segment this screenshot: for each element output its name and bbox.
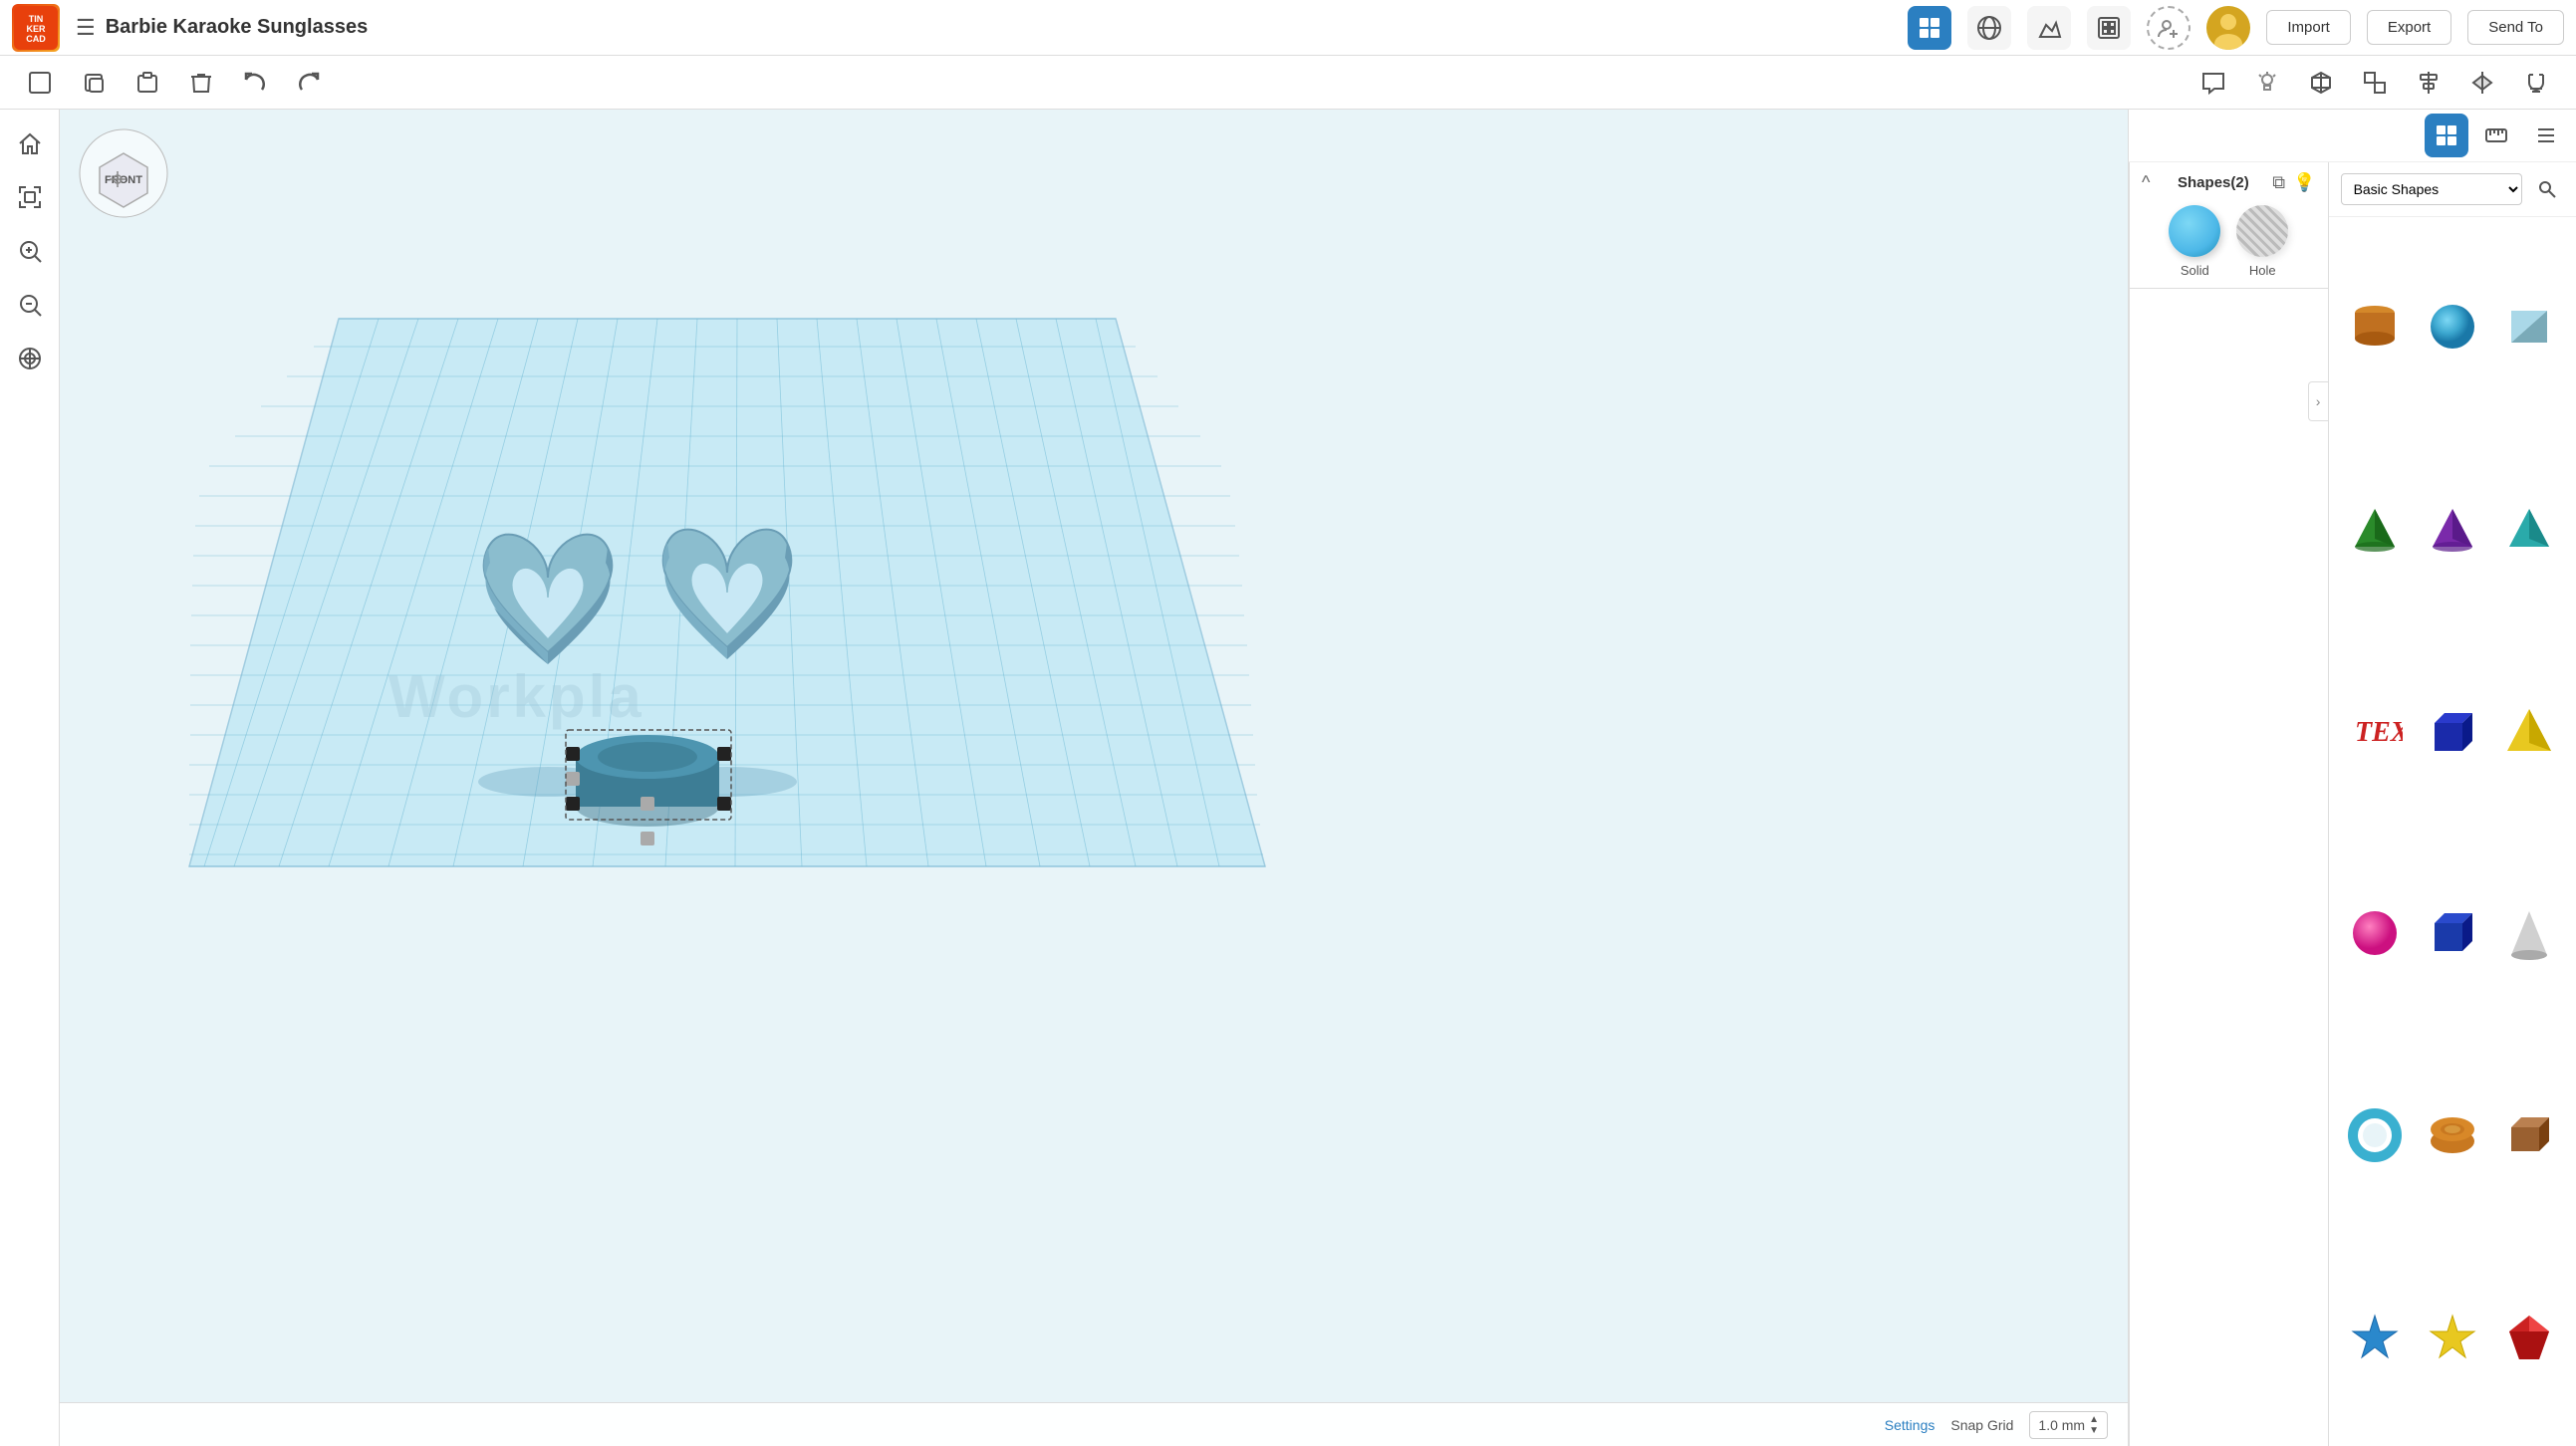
settings-link[interactable]: Settings bbox=[1885, 1417, 1935, 1433]
annotate-button[interactable] bbox=[2297, 59, 2345, 107]
list-icon[interactable] bbox=[2524, 114, 2568, 157]
magenta-sphere-shape[interactable] bbox=[2337, 832, 2414, 1034]
light-button[interactable] bbox=[2243, 59, 2291, 107]
shape-type-options: Solid Hole bbox=[2142, 205, 2316, 278]
tinkercad-logo[interactable]: TIN KER CAD bbox=[12, 4, 60, 52]
shapes-grid: TEXT bbox=[2329, 217, 2576, 1446]
shapes-tool[interactable] bbox=[8, 337, 52, 380]
svg-text:Workpla: Workpla bbox=[388, 663, 644, 730]
green-pyramid-shape[interactable] bbox=[2337, 427, 2414, 629]
donut-shape[interactable] bbox=[2414, 1034, 2490, 1236]
panel-collapse-handle[interactable]: › bbox=[2308, 381, 2328, 421]
yellow-star-shape[interactable] bbox=[2414, 1236, 2490, 1438]
wedge-shape[interactable] bbox=[2491, 225, 2568, 427]
red-gem-shape[interactable] bbox=[2491, 1236, 2568, 1438]
svg-text:TIN: TIN bbox=[29, 14, 44, 24]
shapes-inspector-panel: ^ Shapes(2) ⧉ 💡 Solid bbox=[2129, 162, 2328, 1446]
purple-pyramid-shape[interactable] bbox=[2414, 427, 2490, 629]
hole-ball bbox=[2236, 205, 2288, 257]
zoom-out-tool[interactable] bbox=[8, 283, 52, 327]
cube-shape[interactable] bbox=[2414, 629, 2490, 832]
new-button[interactable] bbox=[16, 59, 64, 107]
solid-label: Solid bbox=[2181, 263, 2209, 278]
snap-grid-label: Snap Grid bbox=[1950, 1417, 2013, 1433]
grid-view-btn[interactable] bbox=[1908, 6, 1951, 50]
torus-shape[interactable] bbox=[2337, 1034, 2414, 1236]
blue-star-shape[interactable] bbox=[2337, 1236, 2414, 1438]
align-button[interactable] bbox=[2405, 59, 2452, 107]
build-btn[interactable] bbox=[2027, 6, 2071, 50]
redo-button[interactable] bbox=[285, 59, 333, 107]
toolbar bbox=[0, 56, 2576, 110]
cylinder-shape[interactable] bbox=[2337, 225, 2414, 427]
send-to-button[interactable]: Send To bbox=[2467, 10, 2564, 45]
shapes-panel-header: Basic Shapes bbox=[2329, 162, 2576, 217]
delete-button[interactable] bbox=[177, 59, 225, 107]
hole-option[interactable]: Hole bbox=[2236, 205, 2288, 278]
solid-ball bbox=[2169, 205, 2220, 257]
right-area: ^ Shapes(2) ⧉ 💡 Solid bbox=[2128, 110, 2576, 1446]
bottom-bar: Settings Snap Grid 1.0 mm ▲▼ bbox=[60, 1402, 2128, 1446]
main-content: FRONT bbox=[0, 110, 2576, 1446]
home-tool[interactable] bbox=[8, 121, 52, 165]
snap-grid-control[interactable]: 1.0 mm ▲▼ bbox=[2029, 1411, 2108, 1439]
search-button[interactable] bbox=[2530, 172, 2564, 206]
teal-pyramid-shape[interactable] bbox=[2491, 427, 2568, 629]
3d-view-btn[interactable] bbox=[1967, 6, 2011, 50]
duplicate-icon[interactable]: ⧉ bbox=[2272, 172, 2285, 193]
left-sidebar bbox=[0, 110, 60, 1446]
magnet-button[interactable] bbox=[2512, 59, 2560, 107]
copy-button[interactable] bbox=[70, 59, 118, 107]
export-button[interactable]: Export bbox=[2367, 10, 2451, 45]
svg-text:TEXT: TEXT bbox=[2355, 717, 2403, 748]
topbar-right: Import Export Send To bbox=[1908, 6, 2564, 50]
cone-shape[interactable] bbox=[2491, 832, 2568, 1034]
add-user-btn[interactable] bbox=[2147, 6, 2190, 50]
sphere-shape[interactable] bbox=[2414, 225, 2490, 427]
topbar: TIN KER CAD ☰ Barbie Karaoke Sunglasses bbox=[0, 0, 2576, 56]
user-avatar[interactable] bbox=[2206, 6, 2250, 50]
shapes-library-panel: Basic Shapes bbox=[2328, 162, 2576, 1446]
comment-button[interactable] bbox=[2190, 59, 2237, 107]
fit-tool[interactable] bbox=[8, 175, 52, 219]
panel-col: ^ Shapes(2) ⧉ 💡 Solid bbox=[2129, 162, 2576, 1446]
import-button[interactable]: Import bbox=[2266, 10, 2351, 45]
right-tools bbox=[2190, 59, 2560, 107]
right-top-row bbox=[2129, 110, 2576, 162]
projects-btn[interactable] bbox=[2087, 6, 2131, 50]
text-shape[interactable]: TEXT bbox=[2337, 629, 2414, 832]
hole-label: Hole bbox=[2249, 263, 2276, 278]
paste-button[interactable] bbox=[124, 59, 171, 107]
blue-box-shape[interactable] bbox=[2414, 832, 2490, 1034]
canvas-area[interactable]: FRONT bbox=[60, 110, 2128, 1446]
view3d-button[interactable] bbox=[2351, 59, 2399, 107]
scene: Workpla bbox=[60, 110, 2128, 1446]
svg-text:CAD: CAD bbox=[26, 34, 46, 44]
brown-box-shape[interactable] bbox=[2491, 1034, 2568, 1236]
mirror-button[interactable] bbox=[2458, 59, 2506, 107]
app-title: Barbie Karaoke Sunglasses bbox=[106, 16, 1899, 39]
solid-option[interactable]: Solid bbox=[2169, 205, 2220, 278]
undo-button[interactable] bbox=[231, 59, 279, 107]
shapes-view-icon[interactable] bbox=[2425, 114, 2468, 157]
shapes-title: Shapes(2) bbox=[2178, 174, 2249, 191]
menu-icon[interactable]: ☰ bbox=[76, 15, 96, 41]
visibility-icon[interactable]: 💡 bbox=[2293, 172, 2315, 193]
zoom-in-tool[interactable] bbox=[8, 229, 52, 273]
category-select[interactable]: Basic Shapes bbox=[2341, 173, 2522, 205]
collapse-toggle[interactable]: ^ bbox=[2142, 172, 2150, 193]
inspector-icons: ⧉ 💡 bbox=[2272, 172, 2315, 193]
svg-text:KER: KER bbox=[26, 24, 46, 34]
ruler-icon[interactable] bbox=[2474, 114, 2518, 157]
yellow-pyramid-shape[interactable] bbox=[2491, 629, 2568, 832]
